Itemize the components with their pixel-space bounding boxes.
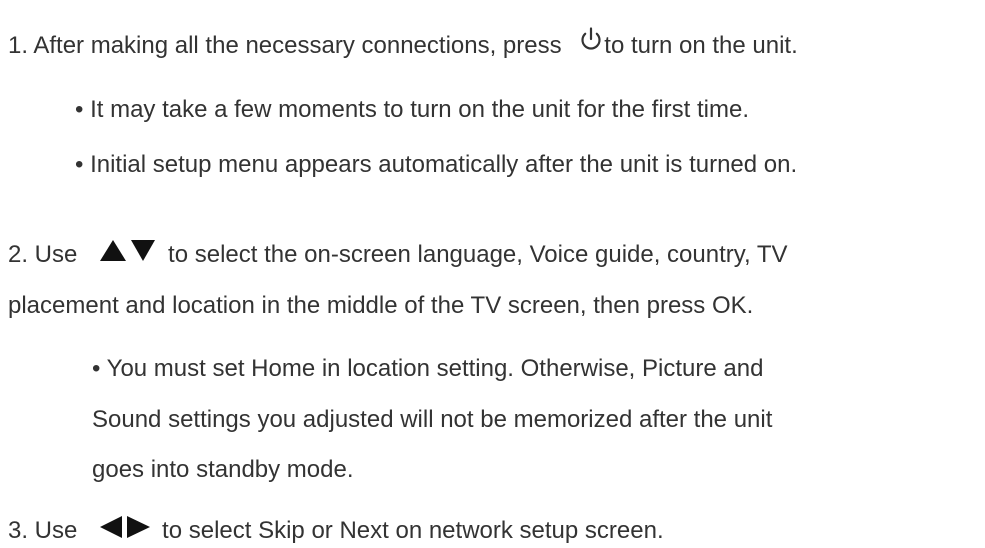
step-3: 3. Use to select Skip or Next on network… bbox=[8, 515, 664, 546]
step-2-bullet-line-1: • You must set Home in location setting.… bbox=[92, 355, 764, 382]
power-icon bbox=[578, 26, 604, 52]
step-2-text-start: 2. Use bbox=[8, 241, 78, 268]
step-2-bullet-line-3: goes into standby mode. bbox=[92, 456, 354, 483]
step-3-text-end: to select Skip or Next on network setup … bbox=[162, 517, 664, 544]
step-1-bullet-2: • Initial setup menu appears automatical… bbox=[75, 151, 798, 178]
step-2-continuation: placement and location in the middle of … bbox=[8, 292, 754, 319]
step-1-text-end: to turn on the unit. bbox=[604, 32, 798, 59]
step-1-text-start: 1. After making all the necessary connec… bbox=[8, 32, 562, 59]
step-1-bullet-1: • It may take a few moments to turn on t… bbox=[75, 96, 750, 123]
step-2-text-end: to select the on-screen language, Voice … bbox=[168, 241, 788, 268]
left-right-arrows-icon bbox=[98, 515, 152, 539]
step-3-text-start: 3. Use bbox=[8, 517, 78, 544]
step-2-bullet-line-2: Sound settings you adjusted will not be … bbox=[92, 406, 773, 433]
step-1: 1. After making all the necessary connec… bbox=[8, 27, 798, 61]
step-2: 2. Use to select the on-screen language,… bbox=[8, 238, 788, 270]
up-down-arrows-icon bbox=[98, 238, 158, 262]
